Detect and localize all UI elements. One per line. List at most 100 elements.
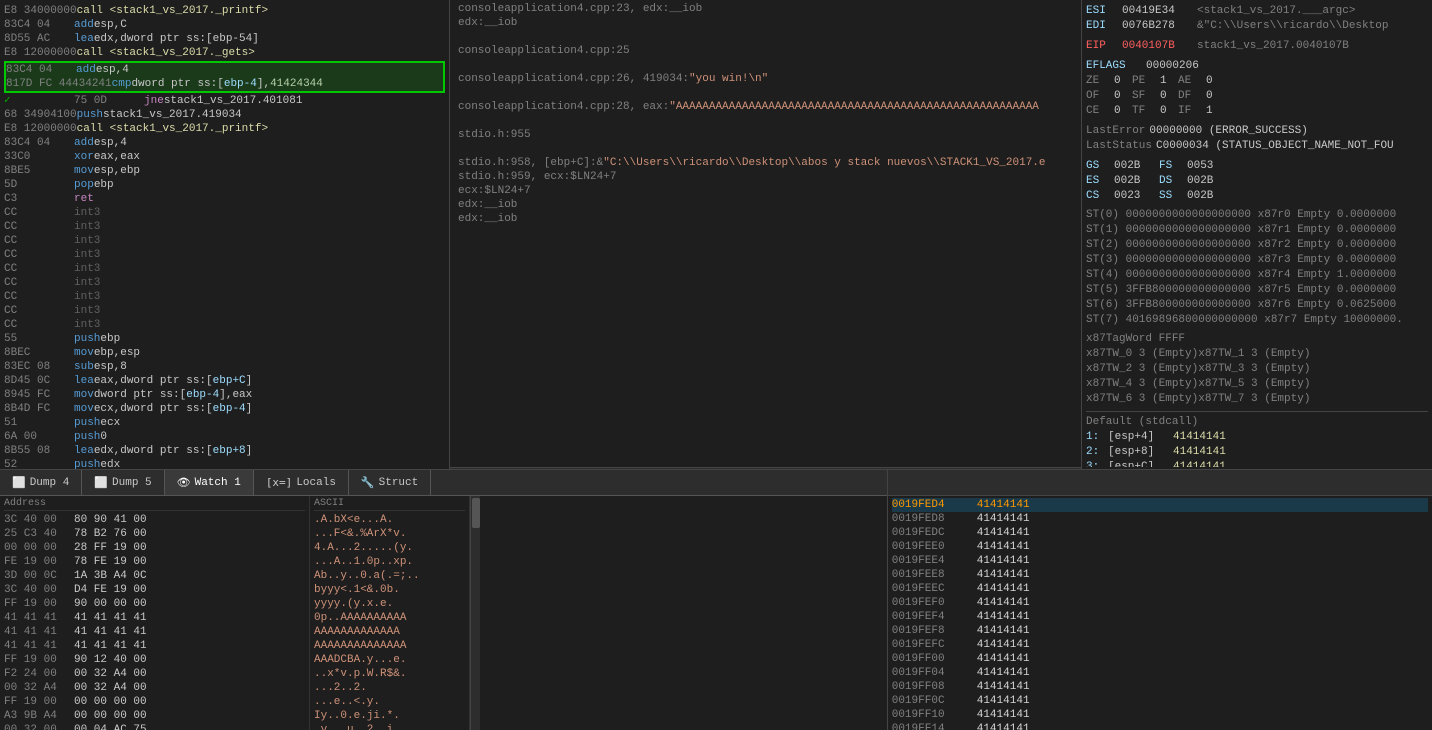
ascii-row: AAADCBA.y...e. — [314, 653, 465, 667]
tab-struct[interactable]: 🔧 Struct — [349, 470, 431, 495]
ascii-row: 4.A...2.....(y. — [314, 541, 465, 555]
source-line: edx:__iob — [454, 198, 1077, 212]
locals-icon: [x=] — [266, 476, 293, 489]
ascii-row: .y...u..2..i — [314, 723, 465, 730]
source-line: stdio.h:958, [ebp+C]:&"C:\\Users\\ricard… — [454, 156, 1077, 170]
source-line: consoleapplication4.cpp:25 — [454, 44, 1077, 58]
registers-pane: ESI 00419E34 <stack1_vs_2017.___argc> ED… — [1082, 0, 1432, 469]
stack-row: 0019FF1441414141 — [892, 722, 1428, 730]
struct-icon: 🔧 — [361, 476, 375, 490]
disasm-line[interactable]: E8 12000000call <stack1_vs_2017._printf> — [4, 122, 445, 136]
call-entry-2: 2: [esp+8] 41414141 — [1086, 445, 1428, 460]
stack-row: 0019FF0841414141 — [892, 680, 1428, 694]
disasm-line[interactable]: 33C0xor eax,eax — [4, 150, 445, 164]
stack-row: 0019FEF841414141 — [892, 624, 1428, 638]
source-line — [454, 114, 1077, 128]
stack-row: 0019FEF441414141 — [892, 610, 1428, 624]
disasm-line[interactable]: 51push ecx — [4, 416, 445, 430]
disasm-line[interactable]: 8BE5mov esp,ebp — [4, 164, 445, 178]
memory-scrollbar[interactable] — [470, 496, 480, 730]
fpu-st5: ST(5) 3FFB800000000000000 x87r5 Empty 0.… — [1086, 283, 1428, 298]
ascii-row: Iy..0.e.ji.*. — [314, 709, 465, 723]
stack-row: 0019FF0041414141 — [892, 652, 1428, 666]
seg-gs-fs: GS002B FS0053 — [1086, 159, 1428, 174]
source-line: consoleapplication4.cpp:23, edx:__iob — [454, 2, 1077, 16]
tab-dump5[interactable]: ⬜ Dump 5 — [82, 470, 164, 495]
disasm-line: CCint3 — [4, 318, 445, 332]
source-pane: consoleapplication4.cpp:23, edx:__iob ed… — [450, 0, 1082, 469]
disasm-line[interactable]: 55push ebp — [4, 332, 445, 346]
stack-pane: → 0019FED4 41414141 0019FED841414141 001… — [888, 470, 1432, 730]
disasm-line[interactable]: 8B4D FCmov ecx,dword ptr ss:[ebp-4] — [4, 402, 445, 416]
mem-row: FE 19 0078 FE 19 00 — [4, 555, 305, 569]
main-container: E8 34000000call <stack1_vs_2017._printf>… — [0, 0, 1432, 730]
flags-row3: CE0 TF0 IF1 — [1086, 104, 1428, 119]
disasm-line[interactable]: C3ret — [4, 192, 445, 206]
ascii-row: yyyy.(y.x.e. — [314, 597, 465, 611]
disasm-line[interactable]: 5Dpop ebp — [4, 178, 445, 192]
mem-row: 41 41 4141 41 41 41 — [4, 625, 305, 639]
hex-column: Address 3C 40 0080 90 41 00 25 C3 4078 B… — [0, 496, 310, 730]
stack-row: 0019FED841414141 — [892, 512, 1428, 526]
stack-row: 0019FEE441414141 — [892, 554, 1428, 568]
disasm-line[interactable]: 83EC 08sub esp,8 — [4, 360, 445, 374]
disasm-line-cmp[interactable]: 817D FC 44434241cmp dword ptr ss:[ebp-4]… — [6, 77, 443, 91]
disasm-line[interactable]: 6A 00push 0 — [4, 430, 445, 444]
disasm-line[interactable]: 8D45 0Clea eax,dword ptr ss:[ebp+C] — [4, 374, 445, 388]
dump4-icon: ⬜ — [12, 476, 26, 490]
source-line — [454, 58, 1077, 72]
seg-cs-ss: CS0023 SS002B — [1086, 189, 1428, 204]
eflags: EFLAGS 00000206 — [1086, 59, 1428, 74]
stack-row: 0019FF0C41414141 — [892, 694, 1428, 708]
fpu-st6: ST(6) 3FFB800000000000000 x87r6 Empty 0.… — [1086, 298, 1428, 313]
memory-tab-bar: ⬜ Dump 4 ⬜ Dump 5 👁 Watch 1 [x=] Locals … — [0, 470, 887, 496]
tab-locals[interactable]: [x=] Locals — [254, 470, 349, 495]
watch1-label: Watch 1 — [195, 477, 241, 489]
disasm-line[interactable]: 83C4 04add esp,C — [4, 18, 445, 32]
disasm-line[interactable]: 83C4 04add esp,4 — [4, 136, 445, 150]
flags-row2: OF0 SF0 DF0 — [1086, 89, 1428, 104]
stack-row: 0019FEE041414141 — [892, 540, 1428, 554]
struct-label: Struct — [379, 477, 419, 489]
disasm-line: CCint3 — [4, 262, 445, 276]
flags-row1: ZE0 PE1 AE0 — [1086, 74, 1428, 89]
source-line: stdio.h:959, ecx:$LN24+7 — [454, 170, 1077, 184]
last-error: LastError00000000 (ERROR_SUCCESS) — [1086, 124, 1428, 139]
ascii-column: ASCII .A.bX<e...A. ...F<&.%ArX*v. 4.A...… — [310, 496, 470, 730]
call-stack-header: Default (stdcall) — [1086, 415, 1428, 430]
tab-watch1[interactable]: 👁 Watch 1 — [165, 470, 254, 495]
mem-row: FF 19 0090 00 00 00 — [4, 597, 305, 611]
disasm-line[interactable]: E8 12000000call <stack1_vs_2017._gets> — [4, 46, 445, 60]
disasm-line[interactable]: 8945 FCmov dword ptr ss:[ebp-4],eax — [4, 388, 445, 402]
source-line: consoleapplication4.cpp:28, eax:"AAAAAAA… — [454, 100, 1077, 114]
disasm-line[interactable]: 8B55 08lea edx,dword ptr ss:[ebp+8] — [4, 444, 445, 458]
mem-row: 3C 40 00D4 FE 19 00 — [4, 583, 305, 597]
tab-dump4[interactable]: ⬜ Dump 4 — [0, 470, 82, 495]
source-line: stdio.h:955 — [454, 128, 1077, 142]
mem-row: F2 24 0000 32 A4 00 — [4, 667, 305, 681]
call-entry-1: 1: [esp+4] 41414141 — [1086, 430, 1428, 445]
disasm-line: CCint3 — [4, 220, 445, 234]
disasm-line[interactable]: 52push edx — [4, 458, 445, 469]
mem-row: 3D 00 0C1A 3B A4 0C — [4, 569, 305, 583]
stack-row: 0019FEE841414141 — [892, 568, 1428, 582]
disasm-content: E8 34000000call <stack1_vs_2017._printf>… — [0, 2, 449, 469]
disasm-line[interactable]: ✓75 0Djne stack1_vs_2017.401081 — [4, 94, 445, 108]
fpu-st4: ST(4) 0000000000000000000 x87r4 Empty 1.… — [1086, 268, 1428, 283]
source-line — [454, 30, 1077, 44]
stack-row: 0019FF1041414141 — [892, 708, 1428, 722]
reg-edi: EDI 0076B278 &"C:\\Users\\ricardo\\Deskt… — [1086, 19, 1428, 34]
fpu-st0: ST(0) 0000000000000000000 x87r0 Empty 0.… — [1086, 208, 1428, 223]
bottom-pane: ⬜ Dump 4 ⬜ Dump 5 👁 Watch 1 [x=] Locals … — [0, 470, 1432, 730]
disasm-line[interactable]: 68 34904100push stack1_vs_2017.419034 — [4, 108, 445, 122]
ascii-row: ...F<&.%ArX*v. — [314, 527, 465, 541]
memory-content: Address 3C 40 0080 90 41 00 25 C3 4078 B… — [0, 496, 887, 730]
stack-content: → 0019FED4 41414141 0019FED841414141 001… — [888, 496, 1432, 730]
stack-row: 0019FF0441414141 — [892, 666, 1428, 680]
disasm-line[interactable]: E8 34000000call <stack1_vs_2017._printf> — [4, 4, 445, 18]
disasm-line[interactable]: 8BECmov ebp,esp — [4, 346, 445, 360]
disasm-line: CCint3 — [4, 206, 445, 220]
source-line: consoleapplication4.cpp:26, 419034:"you … — [454, 72, 1077, 86]
disasm-line[interactable]: 8D55 AClea edx,dword ptr ss:[ebp-54] — [4, 32, 445, 46]
disasm-line-highlighted[interactable]: 83C4 04add esp,4 — [6, 63, 443, 77]
